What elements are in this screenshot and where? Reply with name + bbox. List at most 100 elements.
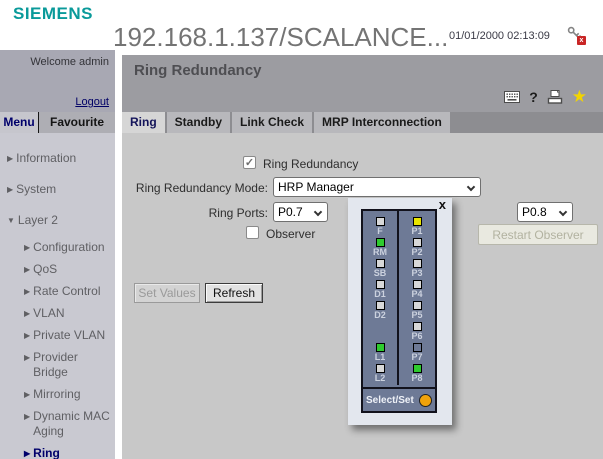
sidebar-item-vlan[interactable]: ▶ VLAN [24, 306, 113, 321]
tab-standby[interactable]: Standby [167, 112, 230, 133]
led-unit-l2: L2 [363, 364, 397, 385]
device-faceplate-popup: x F RM SB [348, 198, 452, 425]
led-area: F RM SB D1 D [363, 211, 435, 385]
sidebar-item-dynamic-mac-aging[interactable]: ▶ Dynamic MAC Aging [24, 409, 113, 439]
sidebar-menu-list: ▶ Information ▶ System ▼ Layer 2 ▶ Confi… [0, 133, 115, 459]
d1-led [376, 280, 385, 289]
sidebar-item-label: Provider Bridge [33, 350, 113, 380]
led-label: P1 [411, 226, 422, 236]
sidebar-item-rate-control[interactable]: ▶ Rate Control [24, 284, 113, 299]
sidebar-item-ring-redundancy[interactable]: ▶ Ring Redundancy [24, 446, 113, 459]
page-title: Ring Redundancy [134, 62, 262, 79]
sidebar-item-label: System [16, 182, 56, 197]
sidebar-welcome-block: Welcome admin Logout [0, 50, 115, 112]
chevron-right-icon: ▶ [24, 387, 30, 402]
sidebar-item-configuration[interactable]: ▶ Configuration [24, 240, 113, 255]
help-icon[interactable]: ? [529, 89, 538, 105]
led-unit-p2: P2 [399, 238, 435, 259]
sidebar-item-provider-bridge[interactable]: ▶ Provider Bridge [24, 350, 113, 380]
port1-led [413, 217, 422, 226]
system-datetime: 01/01/2000 02:13:09 [449, 30, 550, 42]
sidebar-tab-menu[interactable]: Menu [0, 112, 38, 133]
chevron-right-icon: ▶ [24, 284, 30, 299]
sidebar-item-layer2[interactable]: ▼ Layer 2 [7, 213, 113, 228]
sidebar-item-private-vlan[interactable]: ▶ Private VLAN [24, 328, 113, 343]
led-label: P6 [411, 331, 422, 341]
device-faceplate: F RM SB D1 D [361, 209, 437, 413]
led-unit-d2: D2 [363, 301, 397, 322]
sidebar-tab-bar: Menu Favourite [0, 112, 115, 133]
chevron-right-icon: ▶ [24, 328, 30, 343]
refresh-button[interactable]: Refresh [205, 283, 263, 303]
led-unit-p6: P6 [399, 322, 435, 343]
led-label: F [377, 226, 383, 236]
sidebar-item-mirroring[interactable]: ▶ Mirroring [24, 387, 113, 402]
chevron-right-icon: ▶ [7, 182, 13, 197]
led-label: RM [373, 247, 387, 257]
led-label: D1 [374, 289, 386, 299]
led-label: P8 [411, 373, 422, 383]
d2-led [376, 301, 385, 310]
sidebar-item-qos[interactable]: ▶ QoS [24, 262, 113, 277]
device-title: 192.168.1.137/SCALANCE... [113, 22, 448, 53]
ring-port2-select-wrap: P0.8 [517, 202, 573, 222]
insecure-connection-key-icon: x [567, 26, 585, 44]
sidebar-tab-favourite[interactable]: Favourite [39, 112, 115, 133]
sidebar-item-label: Rate Control [33, 284, 100, 299]
keyboard-icon[interactable] [504, 91, 520, 103]
observer-checkbox[interactable] [246, 226, 259, 239]
led-label: SB [374, 268, 387, 278]
port5-led [413, 301, 422, 310]
tab-link-check[interactable]: Link Check [232, 112, 312, 133]
l2-led [376, 364, 385, 373]
sidebar-item-label: Ring Redundancy [33, 446, 113, 459]
sidebar-item-information[interactable]: ▶ Information [7, 151, 113, 166]
select-set-button[interactable] [419, 394, 432, 407]
led-label: P5 [411, 310, 422, 320]
led-label: D2 [374, 310, 386, 320]
tab-mrp-interconnection[interactable]: MRP Interconnection [314, 112, 450, 133]
ring-redundancy-mode-select[interactable]: HRP Manager [274, 178, 480, 196]
ring-redundancy-checkbox-label: Ring Redundancy [263, 157, 358, 171]
favourite-star-icon[interactable]: ★ [572, 89, 587, 105]
port3-led [413, 259, 422, 268]
header-icon-bar: ? ★ [504, 89, 587, 105]
content-header: Ring Redundancy ? [122, 55, 603, 112]
scalance-web-ui: SIEMENS 192.168.1.137/SCALANCE... 01/01/… [0, 0, 603, 459]
close-icon[interactable]: x [439, 198, 446, 212]
restart-observer-button[interactable]: Restart Observer [478, 224, 598, 245]
led-label: P4 [411, 289, 422, 299]
chevron-right-icon: ▶ [24, 262, 30, 277]
print-icon[interactable] [547, 90, 563, 104]
sidebar-menu: ▶ Information ▶ System ▼ Layer 2 ▶ Confi… [0, 133, 115, 459]
ring-port-2-select[interactable]: P0.8 [518, 203, 572, 221]
led-unit-p7: P7 [399, 343, 435, 364]
ring-redundancy-checkbox[interactable]: ✓ [243, 156, 256, 169]
led-label: P7 [411, 352, 422, 362]
led-unit-l1: L1 [363, 343, 397, 364]
led-unit-p5: P5 [399, 301, 435, 322]
led-label: L1 [375, 352, 386, 362]
ring-port-1-select[interactable]: P0.7 [274, 203, 327, 221]
chevron-right-icon: ▶ [24, 409, 30, 424]
sidebar-item-label: Dynamic MAC Aging [33, 409, 113, 439]
sidebar-item-label: Configuration [33, 240, 104, 255]
port7-led [413, 343, 422, 352]
chevron-right-icon: ▶ [24, 446, 30, 459]
mode-label: Ring Redundancy Mode: [136, 181, 268, 195]
top-header: SIEMENS 192.168.1.137/SCALANCE... 01/01/… [0, 0, 603, 50]
sidebar-item-label: Private VLAN [33, 328, 105, 343]
set-values-button[interactable]: Set Values [134, 283, 200, 303]
select-set-label: Select/Set [366, 395, 414, 406]
sidebar-item-system[interactable]: ▶ System [7, 182, 113, 197]
chevron-right-icon: ▶ [24, 306, 30, 321]
tab-ring[interactable]: Ring [122, 112, 165, 133]
port6-led [413, 322, 422, 331]
port4-led [413, 280, 422, 289]
welcome-text: Welcome admin [30, 56, 109, 68]
observer-checkbox-label: Observer [266, 227, 315, 241]
redundancy-manager-led [376, 238, 385, 247]
led-label: P3 [411, 268, 422, 278]
logout-link[interactable]: Logout [75, 96, 109, 108]
sidebar-item-label: Information [16, 151, 76, 166]
